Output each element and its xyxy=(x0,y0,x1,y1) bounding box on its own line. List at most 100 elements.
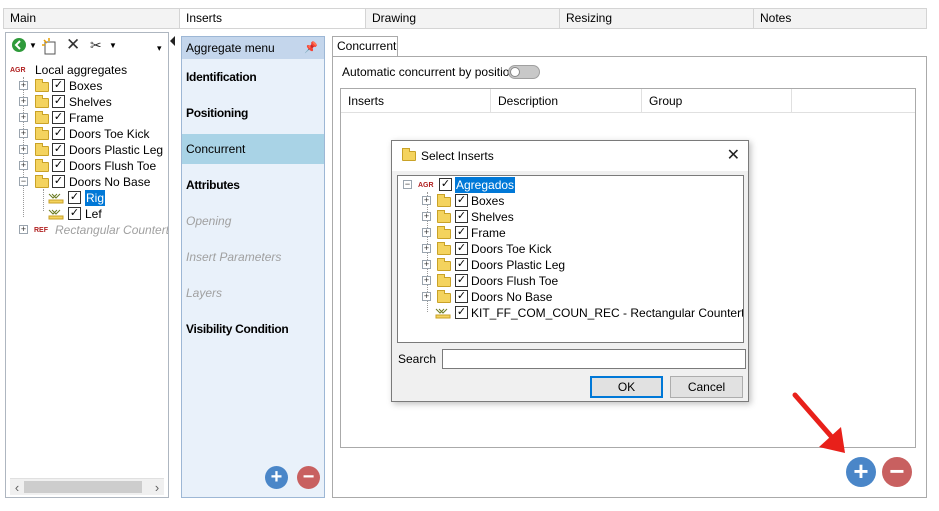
new-item-icon[interactable] xyxy=(41,37,59,55)
add-aggregate-button[interactable]: + xyxy=(265,466,288,489)
column-header-inserts[interactable]: Inserts xyxy=(341,89,491,113)
tree-item[interactable]: + ✓ Doors Toe Kick xyxy=(17,126,167,142)
expand-icon[interactable]: + xyxy=(422,228,431,237)
tree-item[interactable]: + ✓ Boxes xyxy=(422,193,722,209)
menu-item-concurrent[interactable]: Concurrent xyxy=(182,134,324,164)
collapse-icon[interactable]: − xyxy=(19,177,28,186)
menu-item-positioning[interactable]: Positioning xyxy=(182,98,324,128)
checkbox[interactable]: ✓ xyxy=(439,178,452,191)
checkbox[interactable]: ✓ xyxy=(52,79,65,92)
expand-icon[interactable]: + xyxy=(19,225,28,234)
menu-item-visibility-condition[interactable]: Visibility Condition xyxy=(182,314,324,344)
checkbox[interactable]: ✓ xyxy=(52,111,65,124)
tree-item-label: Frame xyxy=(471,226,506,240)
checkbox[interactable]: ✓ xyxy=(455,290,468,303)
tab-inserts[interactable]: Inserts xyxy=(180,9,366,28)
search-input[interactable] xyxy=(442,349,746,369)
column-header-description[interactable]: Description xyxy=(491,89,642,113)
tree-item[interactable]: + ✓ Shelves xyxy=(17,94,167,110)
ok-button[interactable]: OK xyxy=(590,376,663,398)
column-header-group[interactable]: Group xyxy=(642,89,792,113)
tab-concurrent[interactable]: Concurrent xyxy=(332,36,398,56)
tree-subitem[interactable]: ✓ Lef xyxy=(17,206,167,222)
expand-icon[interactable]: + xyxy=(422,244,431,253)
tree-item[interactable]: + ✓ Doors Flush Toe xyxy=(422,273,722,289)
tree-root[interactable]: AGR Local aggregates xyxy=(10,62,168,78)
checkbox[interactable]: ✓ xyxy=(52,159,65,172)
checkbox[interactable]: ✓ xyxy=(52,143,65,156)
scroll-right-icon[interactable]: › xyxy=(150,479,164,496)
close-icon[interactable]: ✕ xyxy=(727,141,740,171)
tree-item[interactable]: + ✓ Frame xyxy=(17,110,167,126)
tab-notes[interactable]: Notes xyxy=(754,9,926,28)
tree-item-label: Doors Flush Toe xyxy=(69,159,157,173)
pin-icon[interactable]: 📌 xyxy=(304,37,318,59)
folder-icon xyxy=(35,79,49,92)
tree-root[interactable]: − AGR ✓ Agregados xyxy=(403,177,603,193)
cancel-button[interactable]: Cancel xyxy=(670,376,743,398)
menu-item-attributes[interactable]: Attributes xyxy=(182,170,324,200)
add-dropdown-icon[interactable]: ▼ xyxy=(29,37,37,55)
toolbar-overflow-icon[interactable]: ▾ xyxy=(157,37,165,55)
delete-icon[interactable]: ✕ xyxy=(66,36,82,55)
tree-ref-item[interactable]: + REF Rectangular Countertop xyxy=(17,222,168,238)
horizontal-scrollbar[interactable]: ‹ › xyxy=(10,478,164,495)
tree-item[interactable]: + ✓ Frame xyxy=(422,225,722,241)
checkbox[interactable]: ✓ xyxy=(52,95,65,108)
aggregate-menu-title: Aggregate menu xyxy=(186,41,275,55)
tree-leaf-label: KIT_FF_COM_COUN_REC - Rectangular Counte… xyxy=(471,306,744,320)
panel-collapse-icon[interactable] xyxy=(169,35,179,47)
tree-leaf[interactable]: ✓ KIT_FF_COM_COUN_REC - Rectangular Coun… xyxy=(422,305,744,321)
checkbox[interactable]: ✓ xyxy=(455,226,468,239)
tab-main[interactable]: Main xyxy=(4,9,180,28)
menu-item-opening: Opening xyxy=(186,214,232,228)
tree-item[interactable]: + ✓ Doors Toe Kick xyxy=(422,241,722,257)
expand-icon[interactable]: + xyxy=(422,212,431,221)
folder-icon xyxy=(437,242,451,255)
collapse-icon[interactable]: − xyxy=(403,180,412,189)
checkbox[interactable]: ✓ xyxy=(455,258,468,271)
tree-item[interactable]: − ✓ Doors No Base xyxy=(17,174,167,190)
checkbox[interactable]: ✓ xyxy=(455,274,468,287)
expand-icon[interactable]: + xyxy=(19,113,28,122)
cut-dropdown-icon[interactable]: ▼ xyxy=(109,37,117,55)
menu-item-layers: Layers xyxy=(186,286,223,300)
add-icon[interactable] xyxy=(11,37,27,55)
checkbox[interactable]: ✓ xyxy=(68,191,81,204)
checkbox[interactable]: ✓ xyxy=(52,175,65,188)
tree-item[interactable]: + ✓ Doors Flush Toe xyxy=(17,158,167,174)
checkbox[interactable]: ✓ xyxy=(455,194,468,207)
checkbox[interactable]: ✓ xyxy=(455,306,468,319)
scroll-left-icon[interactable]: ‹ xyxy=(10,479,24,496)
auto-concurrent-toggle[interactable] xyxy=(508,65,540,79)
checkbox[interactable]: ✓ xyxy=(68,207,81,220)
remove-concurrent-button[interactable]: − xyxy=(882,457,912,487)
checkbox[interactable]: ✓ xyxy=(455,242,468,255)
expand-icon[interactable]: + xyxy=(422,292,431,301)
expand-icon[interactable]: + xyxy=(19,81,28,90)
tab-resizing[interactable]: Resizing xyxy=(560,9,754,28)
expand-icon[interactable]: + xyxy=(19,97,28,106)
expand-icon[interactable]: + xyxy=(422,276,431,285)
tree-item[interactable]: + ✓ Shelves xyxy=(422,209,722,225)
expand-icon[interactable]: + xyxy=(422,196,431,205)
expand-icon[interactable]: + xyxy=(19,129,28,138)
scroll-thumb[interactable] xyxy=(24,481,142,493)
tree-item[interactable]: + ✓ Doors Plastic Leg xyxy=(17,142,167,158)
menu-item-identification[interactable]: Identification xyxy=(182,62,324,92)
red-arrow-annotation xyxy=(792,392,845,453)
remove-aggregate-button[interactable]: − xyxy=(297,466,320,489)
tab-drawing[interactable]: Drawing xyxy=(366,9,560,28)
expand-icon[interactable]: + xyxy=(19,161,28,170)
expand-icon[interactable]: + xyxy=(19,145,28,154)
tree-item-label: Boxes xyxy=(471,194,505,208)
expand-icon[interactable]: + xyxy=(422,260,431,269)
checkbox[interactable]: ✓ xyxy=(455,210,468,223)
checkbox[interactable]: ✓ xyxy=(52,127,65,140)
tree-item[interactable]: + ✓ Boxes xyxy=(17,78,167,94)
tree-subitem[interactable]: ✓ Rig xyxy=(17,190,167,206)
tree-item[interactable]: + ✓ Doors No Base xyxy=(422,289,722,305)
insert-icon xyxy=(48,193,64,204)
tree-item[interactable]: + ✓ Doors Plastic Leg xyxy=(422,257,722,273)
cut-icon[interactable]: ✂ xyxy=(90,37,104,55)
